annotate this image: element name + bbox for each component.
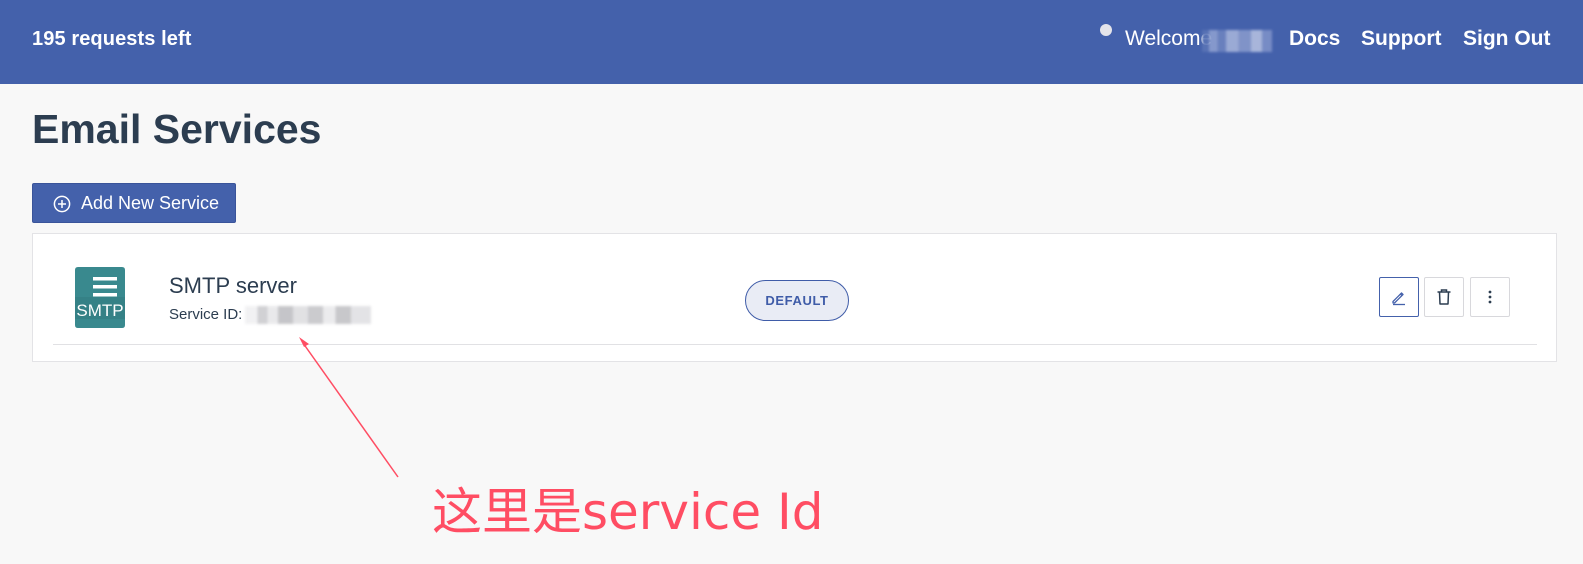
service-name: SMTP server: [169, 273, 297, 298]
top-navbar: 195 requests left Welcome Docs Support S…: [0, 0, 1583, 84]
nav-support-link[interactable]: Support: [1361, 27, 1441, 51]
edit-icon: [1392, 292, 1405, 306]
status-dot-icon: [1100, 24, 1112, 36]
trash-icon: [1437, 289, 1451, 305]
plus-circle-icon: [53, 195, 71, 213]
add-new-service-button[interactable]: Add New Service: [32, 183, 236, 223]
card-divider: [53, 344, 1537, 345]
welcome-text: Welcome: [1125, 27, 1213, 50]
default-status-badge: DEFAULT: [745, 280, 849, 321]
delete-service-button[interactable]: [1424, 277, 1464, 317]
smtp-icon: SMTP: [75, 267, 125, 328]
more-options-button[interactable]: [1470, 277, 1510, 317]
service-id-label: Service ID:: [169, 306, 243, 323]
edit-service-button[interactable]: [1379, 277, 1419, 317]
page-title: Email Services: [32, 106, 322, 152]
nav-docs-link[interactable]: Docs: [1289, 27, 1340, 51]
annotation-text: 这里是service Id: [432, 483, 824, 541]
add-new-service-label: Add New Service: [81, 193, 220, 213]
nav-sign-out-link[interactable]: Sign Out: [1463, 27, 1551, 51]
redacted-username: [1202, 30, 1272, 52]
service-id-value-redacted[interactable]: [245, 306, 371, 324]
smtp-icon-label: SMTP: [76, 301, 123, 320]
more-vertical-icon: [1488, 290, 1492, 304]
service-card: SMTP SMTP server Service ID: DEFAULT: [32, 233, 1557, 362]
requests-left-counter: 195 requests left: [32, 28, 192, 50]
